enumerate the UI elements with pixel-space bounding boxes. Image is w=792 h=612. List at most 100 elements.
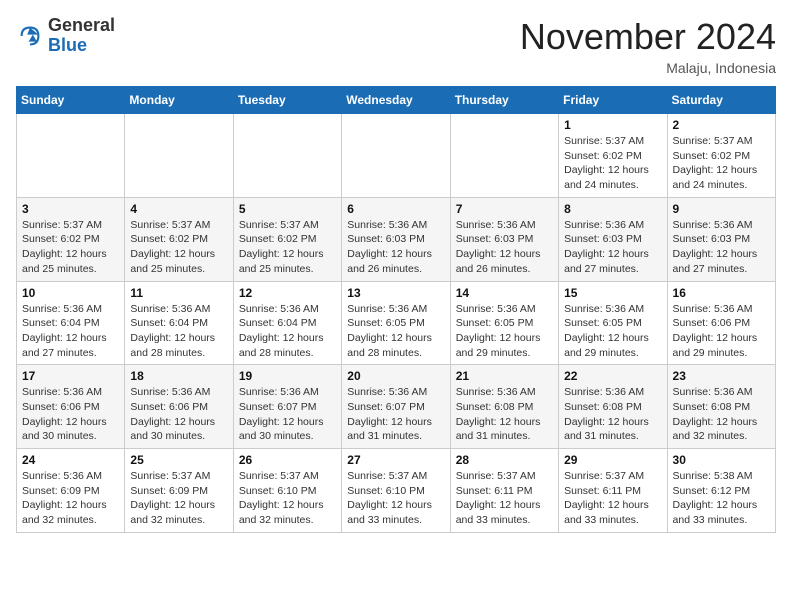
day-number: 1 (564, 118, 661, 132)
day-info: Sunrise: 5:37 AMSunset: 6:02 PMDaylight:… (130, 218, 227, 277)
calendar-cell (17, 114, 125, 198)
calendar-cell: 16Sunrise: 5:36 AMSunset: 6:06 PMDayligh… (667, 281, 775, 365)
calendar-cell: 12 Sunrise: 5:36 AMSunset: 6:04 PMDayligh… (233, 281, 341, 365)
day-info: Sunrise: 5:36 AMSunset: 6:05 PMDaylight:… (564, 302, 661, 361)
day-number: 6 (347, 202, 444, 216)
day-info: Sunrise: 5:37 AMSunset: 6:02 PMDaylight:… (673, 134, 770, 193)
day-info: Sunrise: 5:37 AMSunset: 6:10 PMDaylight:… (347, 469, 444, 528)
calendar-cell: 17 Sunrise: 5:36 AMSunset: 6:06 PMDayligh… (17, 365, 125, 449)
day-info: Sunrise: 5:37 AMSunset: 6:02 PMDaylight:… (239, 218, 336, 277)
day-number: 3 (22, 202, 119, 216)
calendar-cell: 5 Sunrise: 5:37 AMSunset: 6:02 PMDaylight… (233, 197, 341, 281)
calendar-cell: 25 Sunrise: 5:37 AMSunset: 6:09 PMDayligh… (125, 449, 233, 533)
day-number: 13 (347, 286, 444, 300)
day-number: 2 (673, 118, 770, 132)
calendar-cell (450, 114, 558, 198)
month-title: November 2024 (520, 16, 776, 58)
day-info: Sunrise: 5:36 AMSunset: 6:08 PMDaylight:… (564, 385, 661, 444)
calendar-cell: 29 Sunrise: 5:37 AMSunset: 6:11 PMDayligh… (559, 449, 667, 533)
logo-blue: Blue (48, 35, 87, 55)
calendar-cell: 13Sunrise: 5:36 AMSunset: 6:05 PMDayligh… (342, 281, 450, 365)
calendar-header: SundayMondayTuesdayWednesdayThursdayFrid… (17, 87, 776, 114)
page-header: General Blue November 2024 Malaju, Indon… (16, 16, 776, 76)
calendar-cell: 24Sunrise: 5:36 AMSunset: 6:09 PMDayligh… (17, 449, 125, 533)
day-number: 12 (239, 286, 336, 300)
week-row-2: 10 Sunrise: 5:36 AMSunset: 6:04 PMDayligh… (17, 281, 776, 365)
week-row-3: 17 Sunrise: 5:36 AMSunset: 6:06 PMDayligh… (17, 365, 776, 449)
day-number: 8 (564, 202, 661, 216)
day-number: 29 (564, 453, 661, 467)
calendar-cell: 2 Sunrise: 5:37 AMSunset: 6:02 PMDaylight… (667, 114, 775, 198)
day-number: 30 (673, 453, 770, 467)
logo-general: General (48, 15, 115, 35)
day-number: 11 (130, 286, 227, 300)
day-info: Sunrise: 5:37 AMSunset: 6:02 PMDaylight:… (22, 218, 119, 277)
calendar-cell: 7 Sunrise: 5:36 AMSunset: 6:03 PMDaylight… (450, 197, 558, 281)
day-info: Sunrise: 5:36 AMSunset: 6:06 PMDaylight:… (22, 385, 119, 444)
day-info: Sunrise: 5:36 AMSunset: 6:03 PMDaylight:… (673, 218, 770, 277)
day-number: 19 (239, 369, 336, 383)
calendar-cell (125, 114, 233, 198)
calendar-cell (233, 114, 341, 198)
day-info: Sunrise: 5:36 AMSunset: 6:03 PMDaylight:… (347, 218, 444, 277)
calendar-cell: 19 Sunrise: 5:36 AMSunset: 6:07 PMDayligh… (233, 365, 341, 449)
calendar-body: 1 Sunrise: 5:37 AMSunset: 6:02 PMDaylight… (17, 114, 776, 533)
location: Malaju, Indonesia (520, 60, 776, 76)
day-info: Sunrise: 5:38 AMSunset: 6:12 PMDaylight:… (673, 469, 770, 528)
logo: General Blue (16, 16, 115, 56)
day-info: Sunrise: 5:37 AMSunset: 6:09 PMDaylight:… (130, 469, 227, 528)
calendar-table: SundayMondayTuesdayWednesdayThursdayFrid… (16, 86, 776, 533)
day-number: 24 (22, 453, 119, 467)
day-number: 17 (22, 369, 119, 383)
calendar-cell: 8 Sunrise: 5:36 AMSunset: 6:03 PMDaylight… (559, 197, 667, 281)
calendar-cell: 23Sunrise: 5:36 AMSunset: 6:08 PMDayligh… (667, 365, 775, 449)
calendar-cell: 11Sunrise: 5:36 AMSunset: 6:04 PMDayligh… (125, 281, 233, 365)
day-header-friday: Friday (559, 87, 667, 114)
day-number: 16 (673, 286, 770, 300)
day-number: 4 (130, 202, 227, 216)
day-info: Sunrise: 5:36 AMSunset: 6:03 PMDaylight:… (564, 218, 661, 277)
calendar-cell: 10Sunrise: 5:36 AMSunset: 6:04 PMDayligh… (17, 281, 125, 365)
day-info: Sunrise: 5:36 AMSunset: 6:04 PMDaylight:… (239, 302, 336, 361)
logo-icon (16, 22, 44, 50)
day-number: 5 (239, 202, 336, 216)
day-info: Sunrise: 5:37 AMSunset: 6:02 PMDaylight:… (564, 134, 661, 193)
day-info: Sunrise: 5:36 AMSunset: 6:07 PMDaylight:… (239, 385, 336, 444)
day-header-tuesday: Tuesday (233, 87, 341, 114)
calendar-cell: 21Sunrise: 5:36 AMSunset: 6:08 PMDayligh… (450, 365, 558, 449)
day-number: 7 (456, 202, 553, 216)
calendar-cell: 20 Sunrise: 5:36 AMSunset: 6:07 PMDayligh… (342, 365, 450, 449)
calendar-cell (342, 114, 450, 198)
day-info: Sunrise: 5:36 AMSunset: 6:05 PMDaylight:… (456, 302, 553, 361)
calendar-cell: 22Sunrise: 5:36 AMSunset: 6:08 PMDayligh… (559, 365, 667, 449)
calendar-cell: 14Sunrise: 5:36 AMSunset: 6:05 PMDayligh… (450, 281, 558, 365)
day-number: 9 (673, 202, 770, 216)
day-info: Sunrise: 5:37 AMSunset: 6:10 PMDaylight:… (239, 469, 336, 528)
calendar-cell: 15 Sunrise: 5:36 AMSunset: 6:05 PMDayligh… (559, 281, 667, 365)
calendar-cell: 6 Sunrise: 5:36 AMSunset: 6:03 PMDaylight… (342, 197, 450, 281)
day-number: 18 (130, 369, 227, 383)
day-info: Sunrise: 5:37 AMSunset: 6:11 PMDaylight:… (564, 469, 661, 528)
day-number: 25 (130, 453, 227, 467)
calendar-cell: 1 Sunrise: 5:37 AMSunset: 6:02 PMDaylight… (559, 114, 667, 198)
day-number: 20 (347, 369, 444, 383)
day-info: Sunrise: 5:36 AMSunset: 6:07 PMDaylight:… (347, 385, 444, 444)
day-number: 10 (22, 286, 119, 300)
title-block: November 2024 Malaju, Indonesia (520, 16, 776, 76)
day-info: Sunrise: 5:36 AMSunset: 6:08 PMDaylight:… (456, 385, 553, 444)
day-info: Sunrise: 5:36 AMSunset: 6:08 PMDaylight:… (673, 385, 770, 444)
logo-text: General Blue (48, 16, 115, 56)
week-row-4: 24Sunrise: 5:36 AMSunset: 6:09 PMDayligh… (17, 449, 776, 533)
day-info: Sunrise: 5:37 AMSunset: 6:11 PMDaylight:… (456, 469, 553, 528)
day-number: 15 (564, 286, 661, 300)
day-header-saturday: Saturday (667, 87, 775, 114)
day-header-sunday: Sunday (17, 87, 125, 114)
day-info: Sunrise: 5:36 AMSunset: 6:03 PMDaylight:… (456, 218, 553, 277)
calendar-cell: 9 Sunrise: 5:36 AMSunset: 6:03 PMDaylight… (667, 197, 775, 281)
day-header-wednesday: Wednesday (342, 87, 450, 114)
day-number: 27 (347, 453, 444, 467)
calendar-cell: 3 Sunrise: 5:37 AMSunset: 6:02 PMDaylight… (17, 197, 125, 281)
days-of-week-row: SundayMondayTuesdayWednesdayThursdayFrid… (17, 87, 776, 114)
day-number: 28 (456, 453, 553, 467)
calendar-cell: 27 Sunrise: 5:37 AMSunset: 6:10 PMDayligh… (342, 449, 450, 533)
